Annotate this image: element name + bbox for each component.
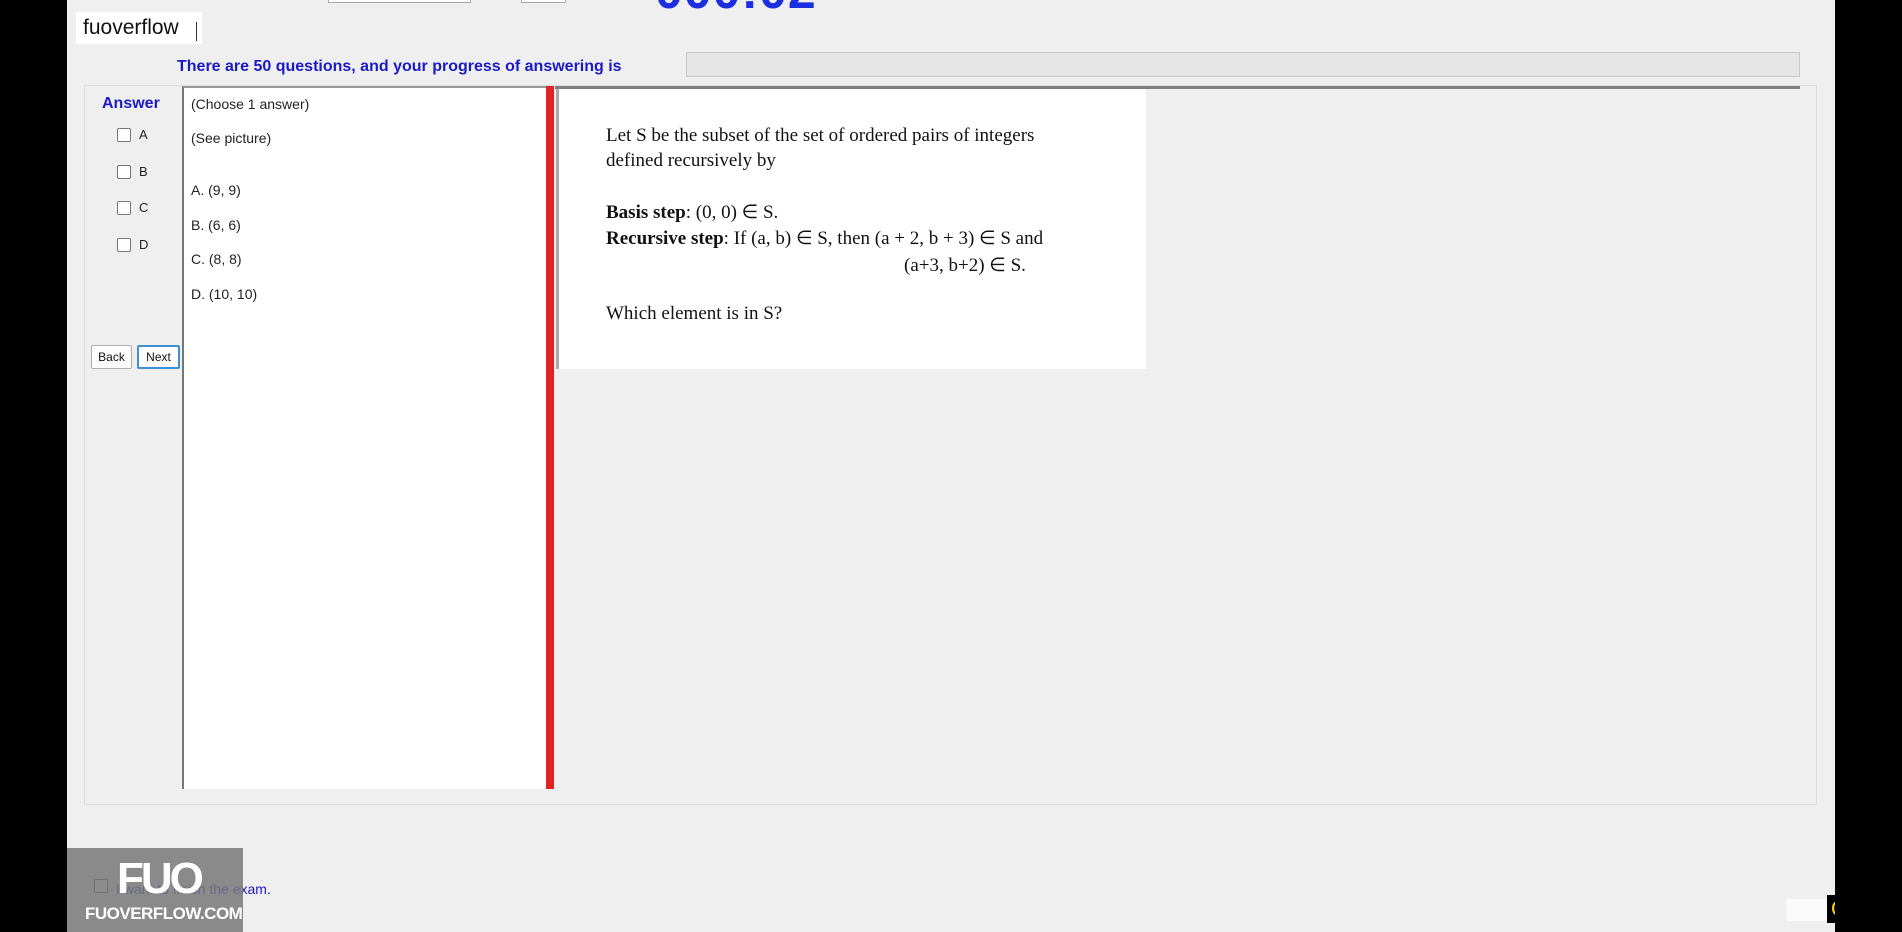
question-line-2: defined recursively by xyxy=(606,150,776,171)
answer-option-a[interactable]: A xyxy=(117,127,148,142)
answer-option-d[interactable]: D xyxy=(117,237,148,252)
question-line-1: Let S be the subset of the set of ordere… xyxy=(606,125,1035,146)
recursive-step-text: : If (a, b) ∈ S, then (a + 2, b + 3) ∈ S… xyxy=(723,228,1044,249)
basis-step: Basis step: (0, 0) ∈ S. xyxy=(606,201,778,224)
question-text-panel: (Choose 1 answer) (See picture) A. (9, 9… xyxy=(182,86,548,789)
exam-timer: 000:02 xyxy=(655,0,817,20)
answer-option-label: C xyxy=(139,200,149,215)
recursive-step-label: Recursive step xyxy=(606,228,724,249)
checkbox-d[interactable] xyxy=(117,237,131,252)
site-tag: fuoverflow xyxy=(76,12,202,44)
choice-b-text: B. (6, 6) xyxy=(191,217,241,233)
checkbox-c[interactable] xyxy=(117,200,131,215)
exam-window: 000:02 fuoverflow There are 50 questions… xyxy=(67,0,1835,932)
choice-d-text: D. (10, 10) xyxy=(191,286,258,302)
checkbox-a[interactable] xyxy=(117,127,131,142)
next-button[interactable]: Next xyxy=(137,345,180,369)
back-button[interactable]: Back xyxy=(91,345,132,369)
logo-text: FUOVERFLOW.COM xyxy=(85,904,243,923)
answer-title: Answer xyxy=(102,95,160,112)
choice-c-text: C. (8, 8) xyxy=(191,251,242,267)
basis-step-text: : (0, 0) ∈ S. xyxy=(685,202,779,223)
answer-option-label: D xyxy=(139,237,149,252)
progress-label: There are 50 questions, and your progres… xyxy=(177,58,622,75)
basis-step-label: Basis step xyxy=(606,202,686,223)
recursive-step-continuation: (a+3, b+2) ∈ S. xyxy=(904,255,1026,276)
text-caret xyxy=(196,22,197,41)
logo-mark: FUO xyxy=(117,854,204,903)
progress-bar xyxy=(686,52,1800,77)
answer-option-label: B xyxy=(139,164,148,179)
question-counter: Q: 46 xyxy=(1827,895,1835,932)
see-picture-note: (See picture) xyxy=(191,130,272,146)
panel-splitter[interactable] xyxy=(546,86,554,789)
question-instruction: (Choose 1 answer) xyxy=(191,96,310,112)
answer-option-c[interactable]: C xyxy=(117,200,148,215)
fuoverflow-logo: FUO FUOVERFLOW.COM xyxy=(67,848,243,932)
choice-a-text: A. (9, 9) xyxy=(191,182,241,198)
question-picture: Let S be the subset of the set of ordere… xyxy=(556,89,1146,369)
checkbox-b[interactable] xyxy=(117,164,131,179)
answer-option-label: A xyxy=(139,127,148,142)
answer-option-b[interactable]: B xyxy=(117,164,148,179)
top-small-control[interactable] xyxy=(521,0,566,3)
top-dropdown[interactable] xyxy=(328,0,471,3)
question-prompt: Which element is in S? xyxy=(606,303,783,324)
recursive-step: Recursive step: If (a, b) ∈ S, then (a +… xyxy=(606,227,1043,250)
